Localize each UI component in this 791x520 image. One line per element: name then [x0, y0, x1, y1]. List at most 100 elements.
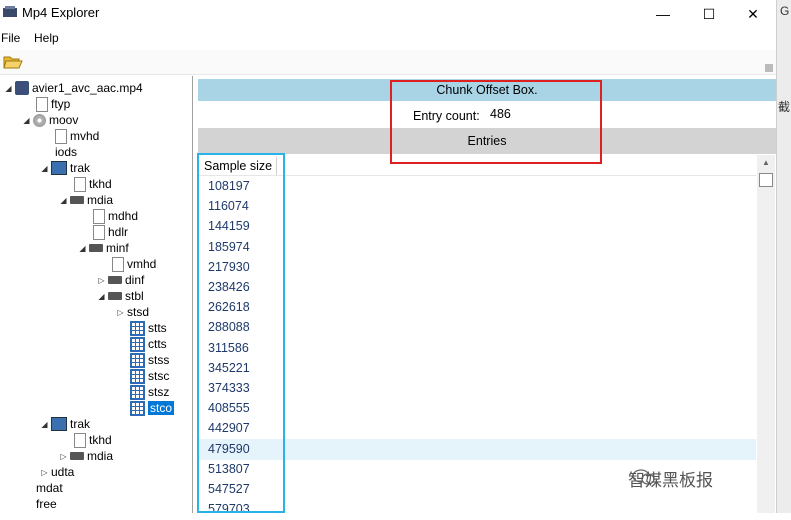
tree-node-dinf[interactable]: ▷ dinf [97, 272, 144, 288]
tree-node-stbl[interactable]: ◢ stbl [97, 288, 143, 304]
tree-label: tkhd [89, 177, 112, 191]
background-window-char: G [780, 4, 790, 18]
red-highlight-frame [390, 80, 602, 164]
tree-label: iods [55, 145, 78, 159]
table-icon [130, 336, 145, 352]
tree-node-tkhd-2[interactable]: tkhd [74, 432, 112, 448]
table-icon [130, 352, 145, 368]
tree-node-stsz[interactable]: stsz [130, 384, 169, 400]
tree-node-tkhd-1[interactable]: tkhd [74, 176, 112, 192]
collapse-arrow-icon[interactable]: ◢ [4, 84, 13, 93]
tree-label: tkhd [89, 433, 112, 447]
tree-node-minf[interactable]: ◢ minf [78, 240, 129, 256]
collapse-arrow-icon[interactable]: ◢ [40, 420, 49, 429]
resize-grip-icon [765, 64, 773, 72]
watermark-text: 智媒黑板报 [628, 471, 713, 490]
close-button[interactable]: ✕ [730, 0, 776, 28]
tree-node-stco[interactable]: stco [130, 400, 175, 416]
open-folder-icon[interactable] [3, 54, 23, 70]
tree-node-stsd[interactable]: ▷ stsd [116, 304, 149, 320]
collapse-arrow-icon[interactable]: ◢ [78, 244, 87, 253]
tree-label: stts [148, 321, 167, 335]
menu-help[interactable]: Help [34, 31, 59, 45]
tree-node-mdat[interactable]: mdat [36, 480, 63, 496]
menu-bar [0, 28, 776, 48]
tree-label: ftyp [51, 97, 71, 111]
tree-label: avier1_avc_aac.mp4 [32, 81, 143, 95]
tree-label: mdat [36, 481, 63, 495]
collapse-arrow-icon[interactable]: ◢ [97, 292, 106, 301]
tree-label: trak [70, 417, 91, 431]
expand-arrow-icon[interactable]: ▷ [116, 308, 125, 317]
tree-node-moov[interactable]: ◢ moov [22, 112, 78, 128]
tree-node-mdia-2[interactable]: ▷ mdia [59, 448, 113, 464]
minimize-button[interactable]: — [640, 0, 686, 28]
mp4-file-icon [15, 81, 29, 95]
collapse-arrow-icon[interactable]: ◢ [59, 196, 68, 205]
tree-node-hdlr[interactable]: hdlr [93, 224, 128, 240]
tree-node-mdhd[interactable]: mdhd [93, 208, 138, 224]
collapse-arrow-icon[interactable]: ◢ [22, 116, 31, 125]
maximize-button[interactable]: ☐ [686, 0, 732, 28]
tree-node-mdia-1[interactable]: ◢ mdia [59, 192, 113, 208]
film-icon [51, 161, 67, 175]
scroll-up-arrow-icon[interactable]: ▲ [757, 155, 775, 171]
tree-label: minf [106, 241, 129, 255]
document-icon [55, 128, 67, 144]
blue-highlight-frame [197, 153, 285, 513]
tree-label: mdhd [108, 209, 139, 223]
film-icon [51, 417, 67, 431]
document-icon [74, 432, 86, 448]
document-icon [112, 256, 124, 272]
tree-node-stsc[interactable]: stsc [130, 368, 169, 384]
tree-node-ctts[interactable]: ctts [130, 336, 167, 352]
table-icon [130, 368, 145, 384]
tree-node-mvhd[interactable]: mvhd [55, 128, 99, 144]
background-window-edge [776, 0, 791, 513]
tree-node-iods[interactable]: iods [55, 144, 77, 160]
tree-label: udta [51, 465, 75, 479]
document-icon [74, 176, 86, 192]
tree-node-trak-1[interactable]: ◢ trak [40, 160, 90, 176]
drive-icon [70, 196, 84, 204]
tree-node-stts[interactable]: stts [130, 320, 167, 336]
table-icon [130, 384, 145, 400]
background-window-char: 截 [778, 100, 791, 114]
tree-node-root[interactable]: ◢ avier1_avc_aac.mp4 [4, 80, 143, 96]
tree-label: stsd [127, 305, 150, 319]
document-icon [93, 208, 105, 224]
tree-label: stsc [148, 369, 170, 383]
tree-node-stss[interactable]: stss [130, 352, 169, 368]
document-icon [93, 224, 105, 240]
tree-node-free[interactable]: free [36, 496, 57, 512]
expand-arrow-icon[interactable]: ▷ [97, 276, 106, 285]
tree-node-vmhd[interactable]: vmhd [112, 256, 156, 272]
tree-node-udta[interactable]: ▷ udta [40, 464, 74, 480]
tree-label: mvhd [70, 129, 100, 143]
box-tree[interactable]: ◢ avier1_avc_aac.mp4 ftyp ◢ moov mvhd io… [0, 76, 193, 513]
scrollbar-thumb[interactable] [759, 173, 773, 187]
tree-label: mdia [87, 193, 114, 207]
tree-label: stsz [148, 385, 170, 399]
window-title: Mp4 Explorer [22, 5, 100, 20]
expand-arrow-icon[interactable]: ▷ [59, 452, 68, 461]
tree-node-trak-2[interactable]: ◢ trak [40, 416, 90, 432]
tree-label: ctts [148, 337, 167, 351]
drive-icon [108, 292, 122, 300]
drive-icon [89, 244, 103, 252]
table-icon [130, 400, 145, 416]
tree-label: dinf [125, 273, 145, 287]
tree-label: stco [148, 401, 175, 415]
expand-arrow-icon[interactable]: ▷ [40, 468, 49, 477]
app-icon [3, 6, 17, 17]
document-icon [36, 96, 48, 112]
tree-label: vmhd [127, 257, 157, 271]
tree-node-ftyp[interactable]: ftyp [36, 96, 70, 112]
drive-icon [108, 276, 122, 284]
tree-label: moov [49, 113, 79, 127]
collapse-arrow-icon[interactable]: ◢ [40, 164, 49, 173]
toolbar [0, 50, 776, 75]
drive-icon [70, 452, 84, 460]
menu-file[interactable]: File [1, 31, 20, 45]
vertical-scrollbar[interactable] [757, 155, 775, 513]
